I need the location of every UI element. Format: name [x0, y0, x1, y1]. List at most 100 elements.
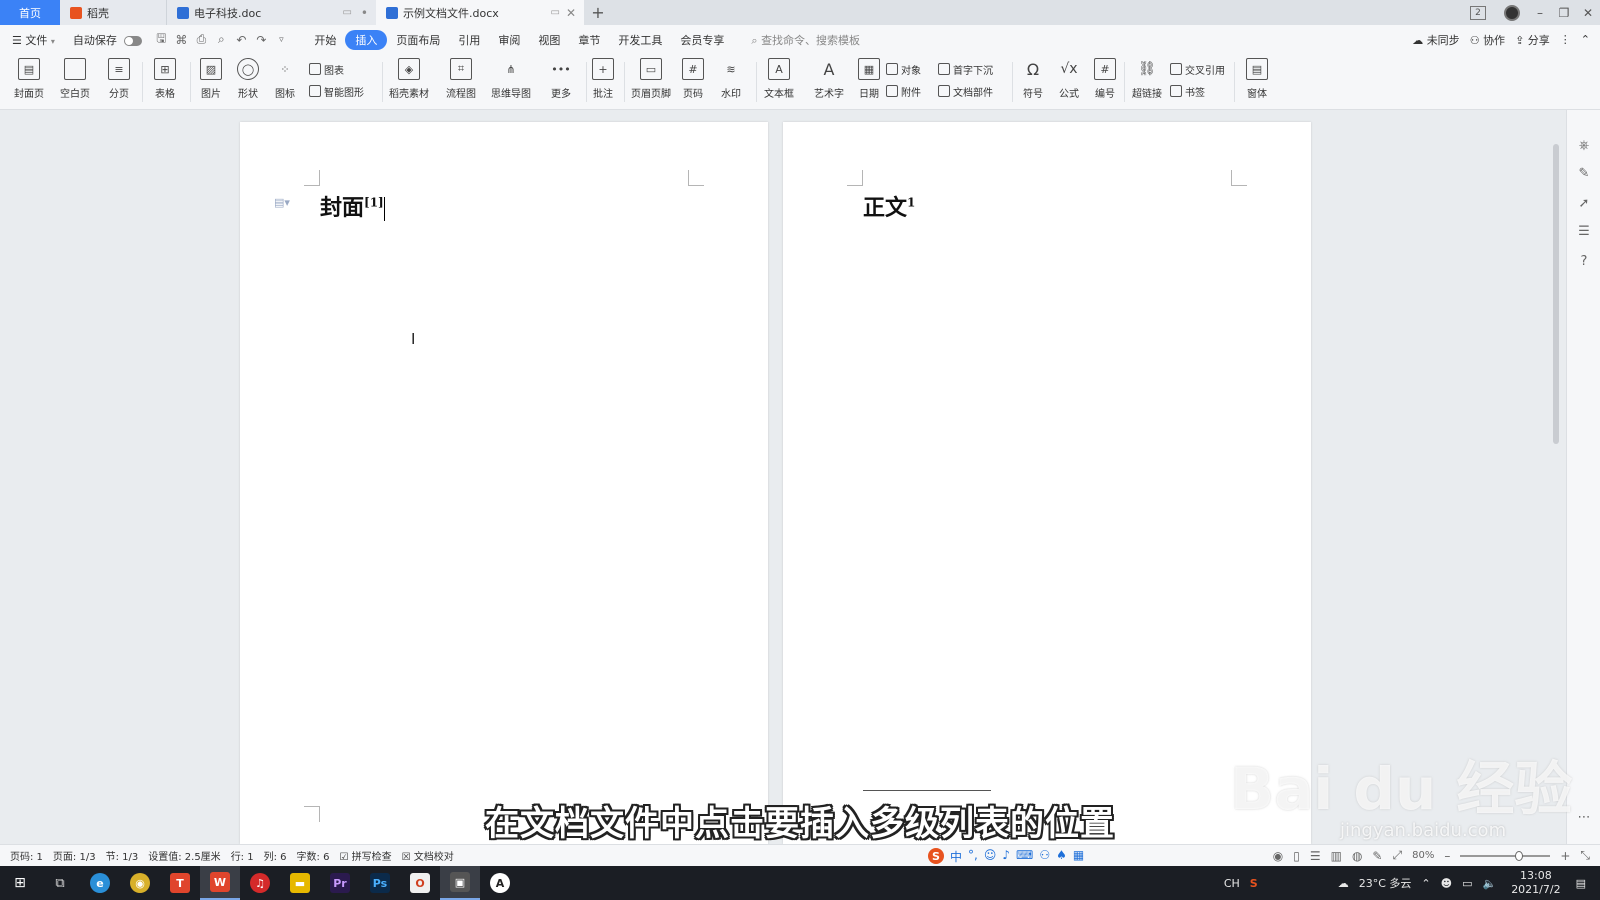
tab-sample-docx[interactable]: 示例文档文件.docx ▭ ✕ — [376, 0, 584, 25]
cover-page-button[interactable]: ▤ 封面页 — [10, 58, 48, 104]
cross-reference-button[interactable]: 交叉引用 — [1170, 60, 1225, 78]
collapse-ribbon-icon[interactable]: ⌃ — [1581, 33, 1590, 46]
more-menu-icon[interactable]: ⋮ — [1560, 33, 1571, 46]
numbering-button[interactable]: # 编号 — [1086, 58, 1124, 104]
wordart-button[interactable]: A 艺术字 — [810, 58, 848, 104]
form-button[interactable]: ▤ 窗体 — [1238, 58, 1276, 104]
zoom-level[interactable]: 80% — [1412, 850, 1434, 861]
print-icon[interactable]: ⎙ — [191, 32, 211, 47]
task-view-button[interactable]: ⧉ — [40, 866, 80, 900]
emoji-icon[interactable]: ☺ — [984, 848, 997, 865]
chart-button[interactable]: 图表 — [309, 60, 344, 78]
page-view-icon[interactable]: ▯ — [1293, 849, 1300, 863]
picture-button[interactable]: ▨ 图片 — [192, 58, 230, 104]
redo-icon[interactable]: ↷ — [251, 33, 271, 47]
autosave-toggle[interactable]: 自动保存 — [64, 32, 152, 48]
zoom-in-button[interactable]: + — [1560, 849, 1570, 863]
doc-parts-button[interactable]: 文档部件 — [938, 82, 993, 100]
pen-icon[interactable]: ✎ — [1372, 849, 1382, 863]
blank-page-button[interactable]: 空白页 — [56, 58, 94, 104]
eye-protection-icon[interactable]: ◉ — [1273, 849, 1283, 863]
taskbar-app-netease-music[interactable]: ♫ — [240, 866, 280, 900]
select-cursor-icon[interactable]: ➚ — [1576, 196, 1592, 212]
status-row[interactable]: 行: 1 — [231, 848, 254, 863]
status-setting[interactable]: 设置值: 2.5厘米 — [148, 848, 220, 863]
collab-button[interactable]: ⚇ 协作 — [1470, 32, 1505, 48]
taskbar-app-chrome[interactable]: ◉ — [120, 866, 160, 900]
zoom-slider[interactable] — [1460, 850, 1551, 861]
tab-daoke[interactable]: 稻壳 — [60, 0, 166, 25]
web-view-icon[interactable]: ◍ — [1352, 849, 1362, 863]
scrollbar-thumb[interactable] — [1553, 144, 1559, 444]
menu-chapter[interactable]: 章节 — [569, 32, 609, 48]
menu-insert[interactable]: 插入 — [345, 29, 388, 50]
bookmark-button[interactable]: 书签 — [1170, 82, 1205, 100]
minimize-button[interactable]: – — [1528, 6, 1552, 20]
menu-view[interactable]: 视图 — [529, 32, 569, 48]
window-count-badge[interactable]: 2 — [1470, 5, 1486, 20]
keyboard-icon[interactable]: ⌨ — [1016, 848, 1033, 865]
zoom-out-button[interactable]: – — [1444, 849, 1450, 863]
smartart-button[interactable]: 智能图形 — [309, 82, 364, 100]
taskbar-app-premiere[interactable]: Pr — [320, 866, 360, 900]
edit-pen-icon[interactable]: ✎ — [1576, 166, 1592, 182]
taskbar-app-recorder[interactable]: ▣ — [440, 866, 480, 900]
watermark-button[interactable]: ≋ 水印 — [712, 58, 750, 104]
print-preview-icon[interactable]: ⌕ — [211, 32, 231, 47]
status-pages[interactable]: 页面: 1/3 — [53, 848, 96, 863]
zoom-slider-thumb[interactable] — [1515, 850, 1524, 861]
tray-expand-icon[interactable]: ⌃ — [1421, 877, 1430, 890]
maximize-button[interactable]: ❐ — [1552, 6, 1576, 20]
toggle-switch[interactable] — [124, 35, 143, 46]
weather-text[interactable]: 23°C 多云 — [1359, 875, 1412, 891]
textbox-button[interactable]: A 文本框 — [760, 58, 798, 104]
pin-icon[interactable]: ▭ — [551, 7, 560, 18]
page-break-button[interactable]: ≡ 分页 — [100, 58, 138, 104]
sogou-logo-icon[interactable]: S — [928, 848, 944, 864]
dropcap-button[interactable]: 首字下沉 — [938, 60, 993, 78]
share-button[interactable]: ⇪ 分享 — [1515, 32, 1550, 48]
more-button[interactable]: ••• 更多 — [542, 58, 580, 104]
mindmap-button[interactable]: ⋔ 思维导图 — [491, 58, 531, 104]
menu-start[interactable]: 开始 — [305, 32, 345, 48]
symbol-button[interactable]: Ω 符号 — [1014, 58, 1052, 104]
style-icon[interactable]: ⎈ — [1576, 138, 1592, 154]
tab-electronics-doc[interactable]: 电子科技.doc ▭ • — [166, 0, 376, 25]
menu-references[interactable]: 引用 — [449, 32, 489, 48]
settings-sliders-icon[interactable]: ☰ — [1576, 224, 1592, 240]
customize-icon[interactable]: ▿ — [271, 35, 291, 45]
taskbar-app-feishu[interactable]: A — [480, 866, 520, 900]
docer-material-button[interactable]: ◈ 稻壳素材 — [389, 58, 429, 104]
command-search[interactable]: ⌕ 查找命令、搜索模板 — [751, 32, 860, 48]
vertical-scrollbar[interactable] — [1551, 114, 1561, 844]
menu-page-layout[interactable]: 页面布局 — [387, 32, 449, 48]
taskbar-app-explorer[interactable]: ▬ — [280, 866, 320, 900]
microphone-icon[interactable]: ♪ — [1002, 848, 1010, 865]
fullscreen-icon[interactable]: ⤡ — [1580, 848, 1590, 863]
icon-button[interactable]: ⁘ 图标 — [266, 58, 304, 104]
volume-icon[interactable]: 🔈 — [1482, 877, 1496, 890]
outline-view-icon[interactable]: ☰ — [1310, 849, 1321, 863]
paragraph-handle-icon[interactable]: ▤▾ — [274, 196, 290, 209]
attachment-button[interactable]: 附件 — [886, 82, 921, 100]
save-icon[interactable]: 🖫 — [151, 29, 171, 50]
user-icon[interactable]: ⚇ — [1039, 848, 1050, 865]
input-language[interactable]: CH — [1224, 877, 1240, 890]
document-page-2[interactable]: 正文1 — [783, 122, 1311, 844]
qq-icon[interactable]: ☻ — [1441, 877, 1452, 890]
status-page[interactable]: 页码: 1 — [10, 848, 43, 863]
ime-mode[interactable]: 中 — [950, 848, 962, 865]
notification-icon[interactable]: ▤ — [1576, 877, 1586, 890]
close-icon[interactable]: • — [361, 6, 368, 20]
taskbar-app-toolbox[interactable]: T — [160, 866, 200, 900]
body-heading[interactable]: 正文1 — [863, 190, 915, 222]
clock[interactable]: 13:08 2021/7/2 — [1511, 869, 1560, 897]
taskbar-app-wps[interactable]: W — [200, 866, 240, 900]
header-footer-button[interactable]: ▭ 页眉页脚 — [631, 58, 671, 104]
hyperlink-button[interactable]: ⛓ 超链接 — [1128, 58, 1166, 104]
flowchart-button[interactable]: ⌗ 流程图 — [442, 58, 480, 104]
punctuation-icon[interactable]: °, — [968, 848, 978, 865]
toolbox-icon[interactable]: ▦ — [1073, 848, 1084, 865]
format-painter-icon[interactable]: ⌘ — [171, 33, 191, 47]
date-button[interactable]: ▦ 日期 — [850, 58, 888, 104]
